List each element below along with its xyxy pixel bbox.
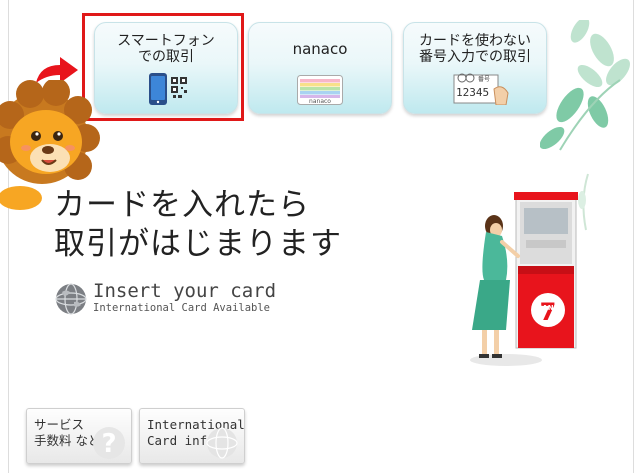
nanaco-card-icon: nanaco: [297, 75, 343, 105]
international-card-info-button[interactable]: International Card info.: [139, 408, 245, 464]
number-digits: 12345: [456, 86, 489, 99]
number-input-icon: 番号 12345: [453, 73, 509, 105]
globe-icon: [55, 283, 87, 315]
insert-card-text: Insert your card: [93, 280, 277, 302]
atm-illustration: 7 BANK: [470, 173, 589, 366]
globe-icon: [206, 427, 238, 459]
insert-card-subtext: International Card Available: [93, 302, 271, 314]
nanaco-card-text: nanaco: [309, 98, 331, 105]
no-card-transaction-button[interactable]: カードを使わない 番号入力での取引 番号 12345: [403, 22, 547, 114]
nanaco-button[interactable]: nanaco nanaco: [248, 22, 392, 114]
no-card-button-label: カードを使わない 番号入力での取引: [419, 33, 531, 65]
leaves-decoration: [540, 20, 630, 151]
question-mark-icon: ?: [93, 427, 125, 459]
svg-text:7: 7: [540, 298, 557, 326]
number-note-text: 番号: [478, 76, 490, 83]
service-fee-button[interactable]: サービス 手数料 など ?: [26, 408, 132, 464]
nanaco-button-label: nanaco: [292, 40, 348, 58]
highlight-frame: [82, 13, 244, 121]
svg-text:?: ?: [101, 429, 116, 459]
main-message: カードを入れたら 取引がはじまります: [54, 187, 342, 262]
atm-brand-text: BANK: [537, 304, 560, 312]
